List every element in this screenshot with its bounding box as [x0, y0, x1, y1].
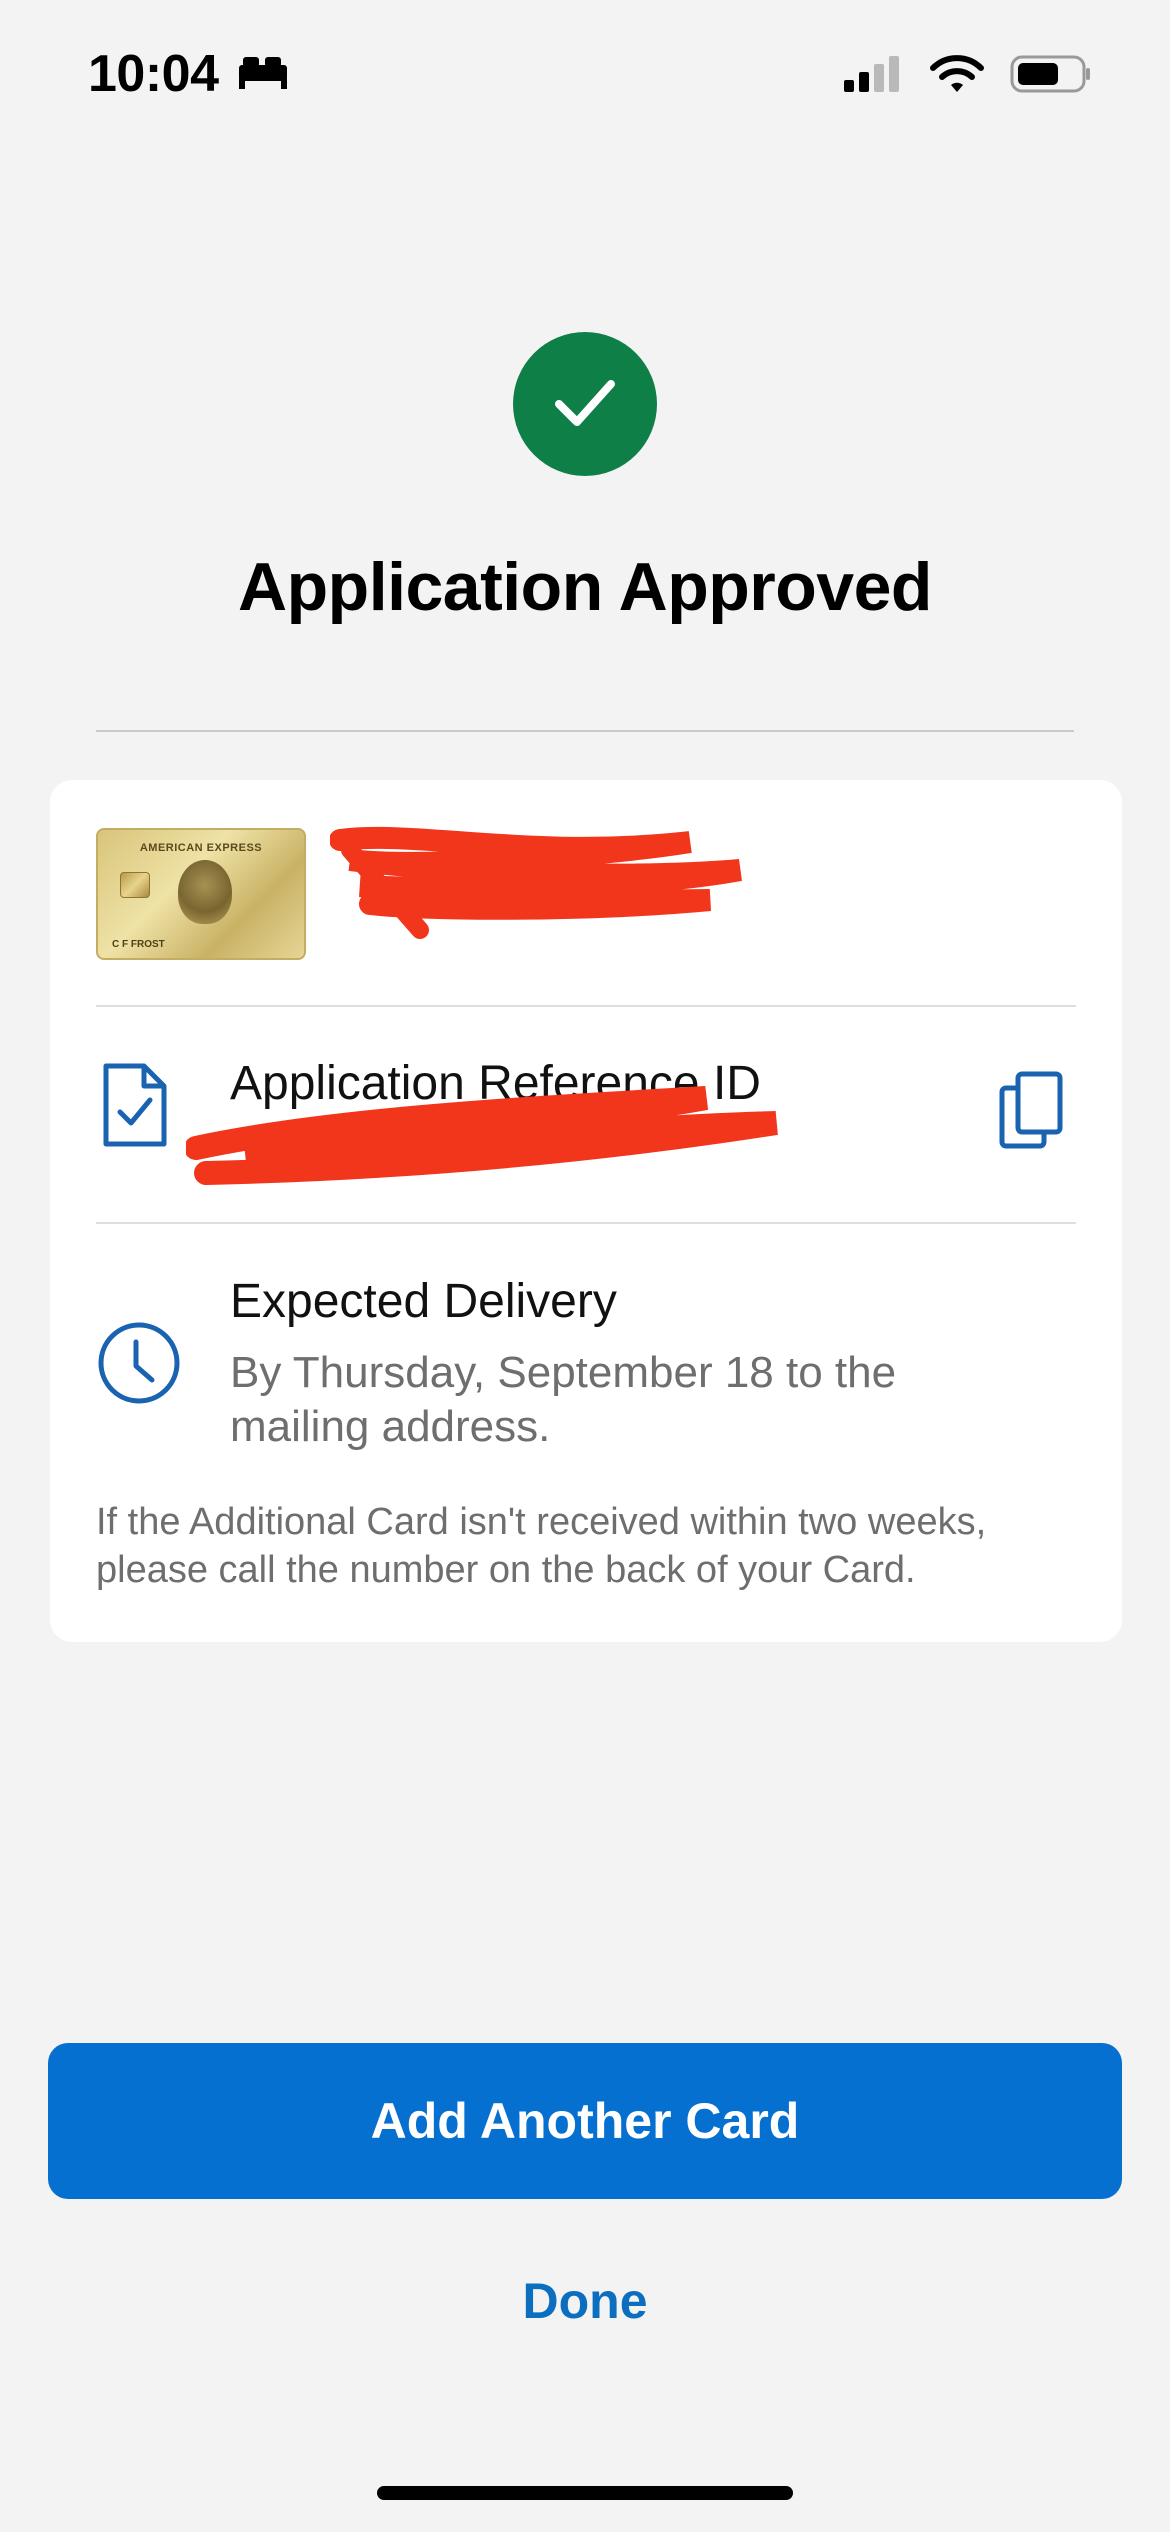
status-bar-indicators	[842, 54, 1092, 99]
success-badge	[513, 332, 657, 476]
cellular-signal-icon	[842, 54, 904, 99]
card-holder-text: C F FROST	[112, 939, 165, 950]
checkmark-icon	[545, 362, 625, 447]
card-brand-text: AMERICAN EXPRESS	[139, 842, 263, 854]
clock-icon	[96, 1320, 182, 1411]
header-divider	[96, 730, 1074, 732]
row-divider	[96, 1005, 1076, 1007]
wifi-icon	[930, 54, 984, 99]
reference-id-redaction	[184, 1078, 806, 1188]
page-title: Application Approved	[238, 549, 932, 625]
delivery-note: If the Additional Card isn't received wi…	[96, 1501, 987, 1591]
approval-screen: 10:04 Application Approved AMERICAN EXPR…	[0, 0, 1170, 2532]
battery-icon	[1010, 54, 1092, 99]
expected-delivery-label: Expected Delivery	[230, 1275, 617, 1328]
card-chip	[120, 872, 150, 898]
home-indicator[interactable]	[377, 2486, 793, 2500]
card-centurion-portrait	[178, 860, 232, 924]
copy-icon[interactable]	[996, 1070, 1066, 1155]
done-button[interactable]: Done	[0, 2272, 1170, 2330]
status-bar-time-group: 10:04	[88, 44, 289, 104]
expected-delivery-detail: By Thursday, September 18 to the mailing…	[230, 1348, 897, 1451]
row-divider	[96, 1222, 1076, 1224]
status-time: 10:04	[88, 45, 219, 103]
add-another-card-button[interactable]: Add Another Card	[48, 2043, 1122, 2199]
details-panel: AMERICAN EXPRESS C F FROST Application R…	[50, 780, 1122, 1642]
redaction-mark	[329, 820, 750, 940]
bed-icon	[237, 44, 289, 104]
card-image: AMERICAN EXPRESS C F FROST	[96, 828, 306, 960]
document-check-icon	[100, 1060, 170, 1155]
